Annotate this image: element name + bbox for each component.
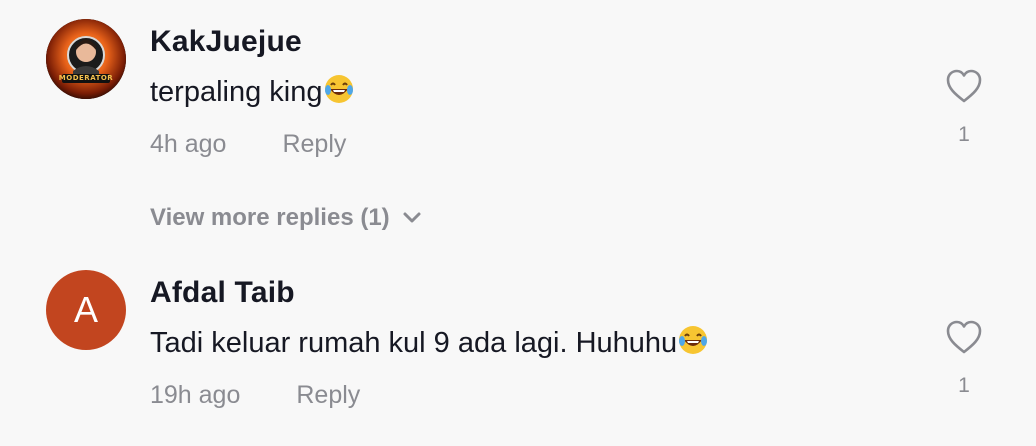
avatar[interactable]: MODERATOR [46, 19, 126, 99]
like-control: 1 [940, 68, 988, 147]
laughing-tears-emoji-icon [323, 73, 355, 113]
heart-icon[interactable] [940, 68, 988, 109]
like-count: 1 [958, 374, 970, 397]
comment-meta: 4h ago Reply [150, 130, 346, 159]
comment-meta: 19h ago Reply [150, 381, 360, 410]
comment-username[interactable]: KakJuejue [150, 25, 302, 59]
view-more-replies-label: View more replies (1) [150, 204, 390, 231]
avatar-badge-text: MODERATOR [58, 74, 114, 82]
avatar-photo-icon [46, 19, 126, 99]
reply-button[interactable]: Reply [282, 130, 346, 159]
comment-username[interactable]: Afdal Taib [150, 276, 295, 310]
comment-timestamp: 4h ago [150, 130, 227, 158]
view-more-replies-button[interactable]: View more replies (1) [150, 204, 422, 232]
comment-text-content: Tadi keluar rumah kul 9 ada lagi. Huhuhu [150, 327, 678, 359]
comments-panel: MODERATOR KakJuejue terpaling king 4h ag… [0, 0, 1036, 446]
comment-text: Tadi keluar rumah kul 9 ada lagi. Huhuhu [150, 324, 709, 364]
reply-button[interactable]: Reply [296, 381, 360, 410]
comment-text: terpaling king [150, 73, 355, 113]
heart-icon[interactable] [940, 319, 988, 360]
like-control: 1 [940, 319, 988, 398]
laughing-tears-emoji-icon [677, 324, 709, 364]
chevron-down-icon [402, 204, 422, 232]
like-count: 1 [958, 123, 970, 146]
avatar[interactable]: A [46, 270, 126, 350]
comment-text-content: terpaling king [150, 76, 323, 108]
comment-timestamp: 19h ago [150, 381, 241, 409]
avatar-letter: A [73, 289, 98, 330]
